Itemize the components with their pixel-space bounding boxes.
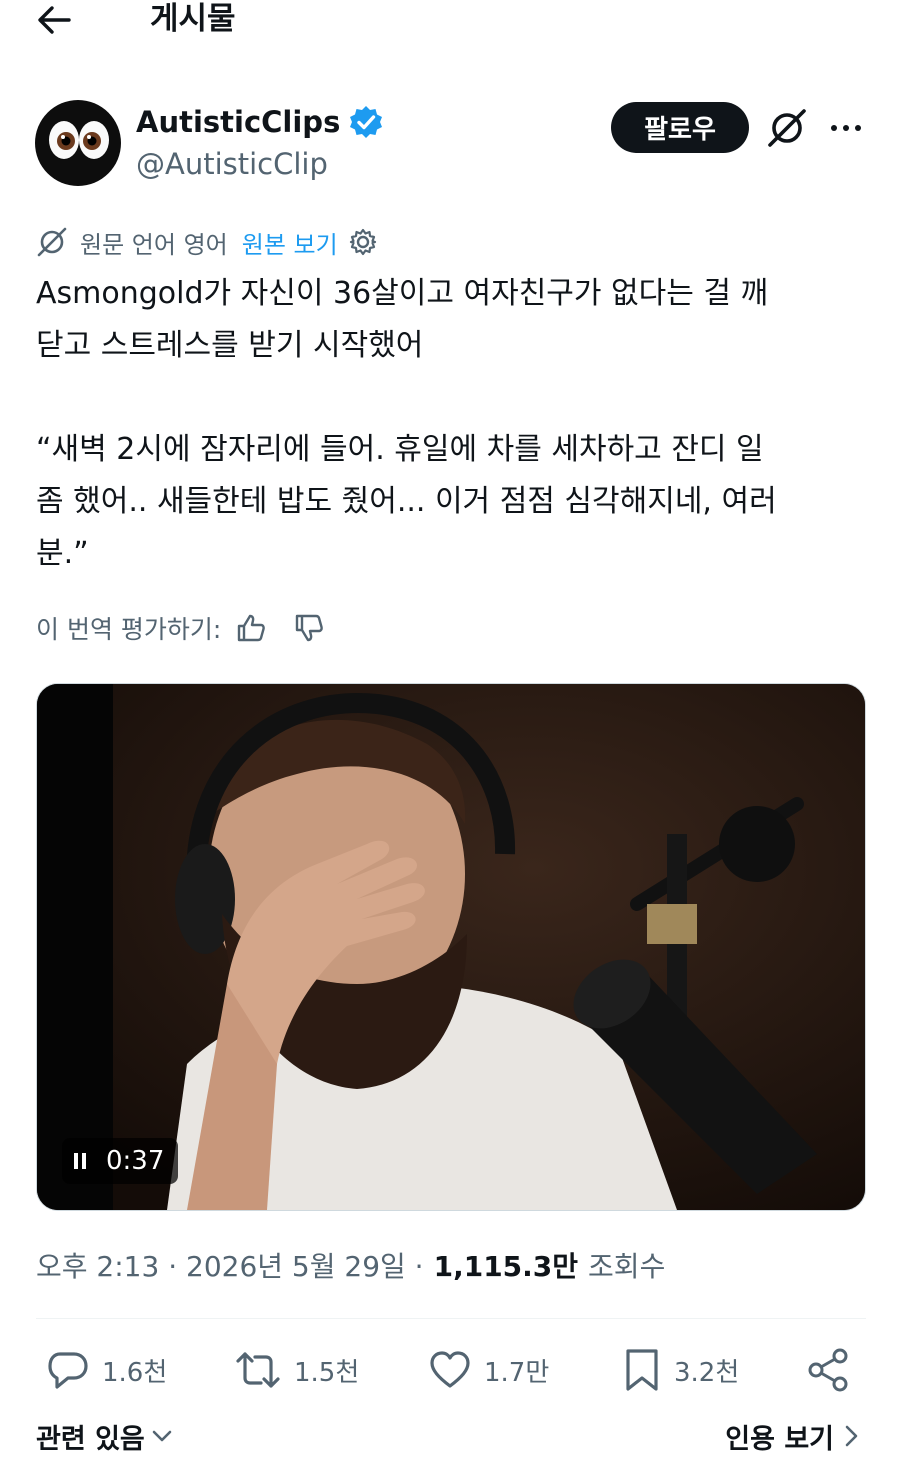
arrow-left-icon	[38, 6, 71, 34]
related-toggle[interactable]: 관련 있음	[36, 1414, 173, 1458]
gear-icon[interactable]	[348, 227, 378, 257]
bookmark-count: 3.2천	[674, 1357, 740, 1388]
duration-text: 0:37	[106, 1146, 165, 1176]
repost-icon	[236, 1352, 280, 1388]
view-count: 1,115.3만	[433, 1250, 579, 1283]
reply-button[interactable]: 1.6천	[46, 1345, 167, 1395]
video-duration[interactable]: 0:37	[62, 1138, 179, 1184]
chevron-right-icon	[845, 1425, 858, 1447]
author-name-text: AutisticClips	[136, 105, 341, 139]
bookmark-icon	[626, 1349, 658, 1391]
reply-icon	[48, 1352, 88, 1389]
more-options-button[interactable]	[822, 110, 870, 146]
share-button[interactable]	[806, 1345, 852, 1395]
eyes-avatar-icon	[49, 121, 109, 159]
heart-icon	[430, 1351, 470, 1388]
translate-icon	[37, 227, 67, 257]
tweet-text: Asmongold가 자신이 36살이고 여자친구가 없다는 걸 깨 닫고 스트…	[36, 276, 777, 571]
view-quotes-link[interactable]: 인용 보기	[725, 1414, 860, 1458]
back-button[interactable]	[28, 0, 80, 40]
translate-icon	[768, 109, 806, 147]
show-original-link[interactable]: 원본 보기	[242, 225, 338, 260]
avatar[interactable]	[35, 100, 121, 186]
thumbs-down-icon[interactable]	[293, 612, 325, 644]
author-name[interactable]: AutisticClips	[136, 104, 384, 140]
repost-count: 1.5천	[294, 1357, 360, 1388]
translate-button[interactable]	[766, 107, 808, 149]
translation-info: 원문 언어 영어 원본 보기	[36, 222, 378, 262]
thumbs-up-icon[interactable]	[235, 612, 267, 644]
chevron-down-icon	[152, 1430, 172, 1442]
dot	[843, 125, 849, 131]
page-title: 게시물	[150, 1, 236, 37]
divider	[36, 1318, 866, 1319]
share-icon	[808, 1348, 848, 1392]
bookmark-button[interactable]: 3.2천	[622, 1345, 739, 1395]
video-frame	[37, 684, 865, 1210]
like-count: 1.7만	[484, 1357, 550, 1388]
related-label: 관련 있음	[36, 1423, 145, 1455]
tweet-meta: 오후 2:13 · 2026년 5월 29일 · 1,115.3만 조회수	[36, 1243, 665, 1287]
like-button[interactable]: 1.7만	[428, 1345, 549, 1395]
video-player[interactable]	[36, 683, 866, 1211]
pause-icon[interactable]	[74, 1153, 86, 1169]
source-language: 원문 언어 영어	[80, 230, 228, 259]
rate-translation: 이 번역 평가하기:	[36, 606, 325, 650]
author-handle[interactable]: @AutisticClip	[136, 146, 328, 182]
timestamp[interactable]: 오후 2:13 · 2026년 5월 29일 ·	[36, 1245, 424, 1285]
view-count-label: 조회수	[588, 1250, 666, 1283]
repost-button[interactable]: 1.5천	[234, 1345, 359, 1395]
verified-badge-icon	[350, 106, 383, 138]
rate-label: 이 번역 평가하기:	[36, 615, 222, 644]
follow-button[interactable]: 팔로우	[611, 102, 749, 153]
view-quotes-label: 인용 보기	[725, 1423, 834, 1455]
reply-count: 1.6천	[102, 1357, 168, 1388]
dot	[831, 125, 837, 131]
dot	[855, 125, 861, 131]
